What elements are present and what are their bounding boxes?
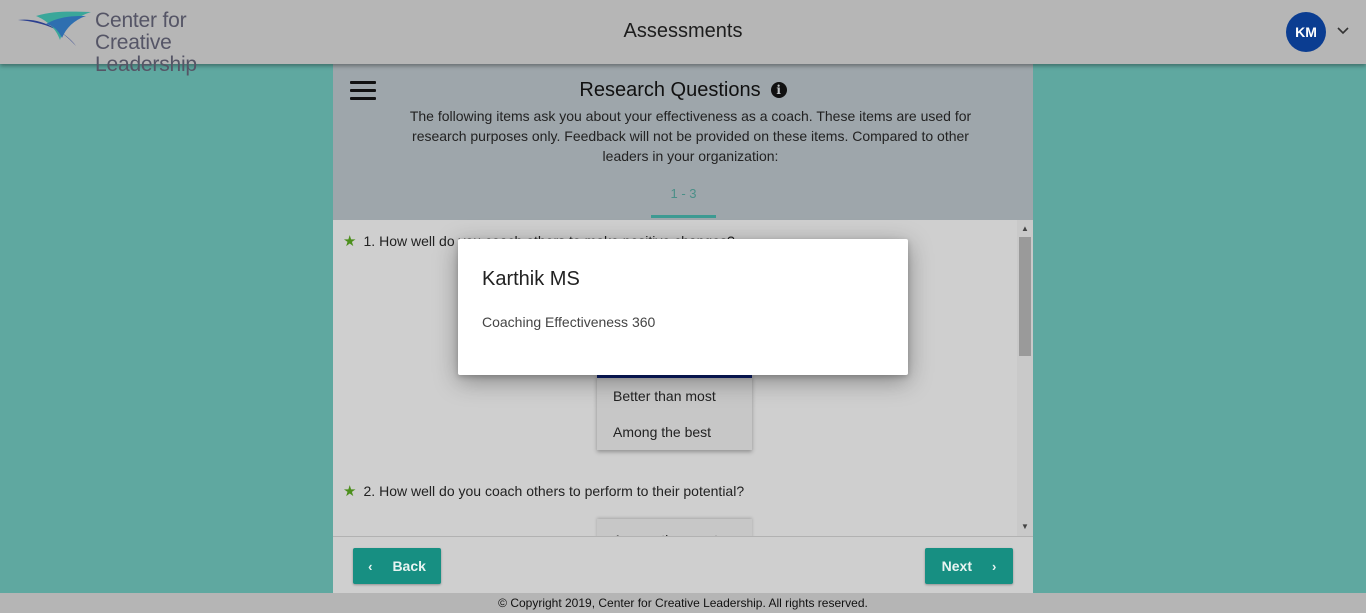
section-description: The following items ask you about your e… <box>409 108 972 164</box>
section-title: Research Questions i <box>333 79 1033 102</box>
info-icon[interactable]: i <box>770 82 787 98</box>
scroll-up-icon[interactable]: ▲ <box>1017 222 1033 236</box>
question-2: ★ 2. How well do you coach others to per… <box>343 482 744 500</box>
dropdown-option[interactable]: Better than most <box>597 378 752 414</box>
top-bar: Center for Creative Leadership Assessmen… <box>0 0 1366 76</box>
chevron-right-icon: › <box>992 558 997 574</box>
section-header: Research Questions i The following items … <box>333 64 1033 220</box>
tab-page-range[interactable]: 1 - 3 <box>651 186 716 201</box>
chevron-down-icon[interactable] <box>1336 24 1350 38</box>
modal-subtitle: Coaching Effectiveness 360 <box>482 314 656 330</box>
chevron-left-icon: ‹ <box>368 558 373 574</box>
star-icon: ★ <box>343 233 357 250</box>
dropdown-option[interactable]: Among the worst <box>597 519 752 536</box>
modal-title: Karthik MS <box>482 268 580 290</box>
scrollbar[interactable]: ▲ ▼ <box>1017 220 1033 536</box>
star-icon: ★ <box>343 483 357 500</box>
question-number: 2. <box>363 483 376 499</box>
back-button[interactable]: ‹ Back <box>353 548 441 584</box>
answer-dropdown-2[interactable]: Among the worst <box>597 519 752 536</box>
back-label: Back <box>392 558 426 574</box>
user-info-modal[interactable]: Karthik MS Coaching Effectiveness 360 <box>458 239 908 375</box>
copyright-footer: © Copyright 2019, Center for Creative Le… <box>0 593 1366 613</box>
next-label: Next <box>941 558 972 574</box>
section-title-text: Research Questions <box>579 79 761 101</box>
app-title: Assessments <box>623 20 743 42</box>
user-avatar[interactable]: KM <box>1286 12 1326 52</box>
scrollbar-thumb[interactable] <box>1019 237 1031 356</box>
scroll-down-icon[interactable]: ▼ <box>1017 520 1033 534</box>
active-tab-indicator <box>651 215 716 218</box>
question-text: How well do you coach others to perform … <box>379 483 745 499</box>
navigation-bar: ‹ Back Next › <box>333 536 1033 593</box>
dropdown-option[interactable]: Among the best <box>597 414 752 450</box>
answer-dropdown-1[interactable]: Better than most Among the best <box>597 375 752 450</box>
question-number: 1. <box>363 233 376 249</box>
next-button[interactable]: Next › <box>925 548 1013 584</box>
